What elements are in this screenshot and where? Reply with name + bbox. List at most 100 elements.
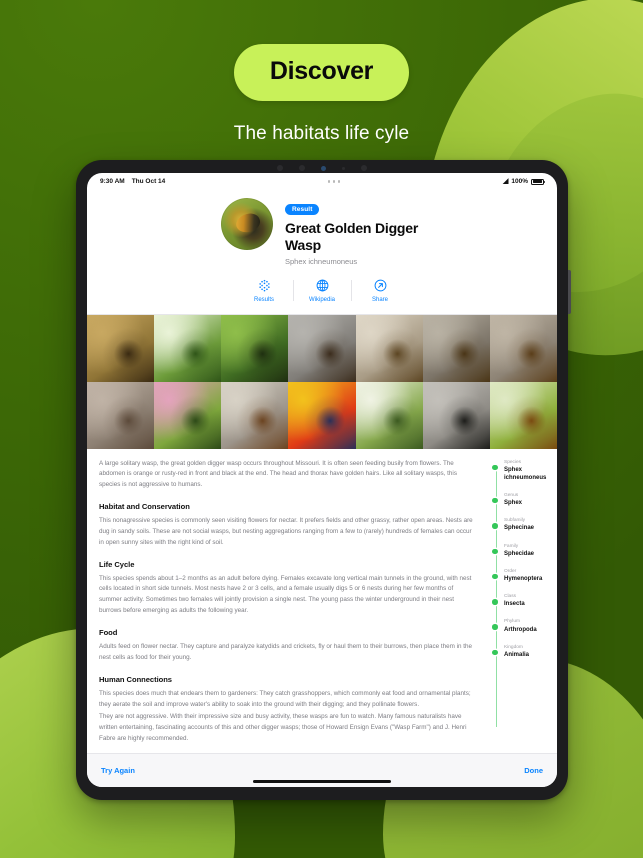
bottom-toolbar: Try Again Done	[87, 753, 557, 787]
page-title: Great Golden Digger Wasp	[285, 220, 419, 253]
taxonomy-sidebar: Species Sphex ichneumoneus Genus Sphex Subfa…	[491, 449, 557, 753]
tablet-device-frame: 9:30 AM Thu Oct 14 ◢ 100% Result Great G…	[76, 160, 571, 800]
taxonomy-dot-icon	[492, 523, 498, 529]
taxonomy-rank-label: Kingdom	[504, 644, 523, 650]
wasp-on-dry-grass[interactable]	[87, 314, 155, 382]
share-button[interactable]: Share	[351, 278, 409, 303]
taxonomy-item[interactable]: Order Hymenoptera	[491, 568, 551, 583]
taxonomy-name-value: Sphecidae	[504, 550, 535, 557]
section-heading: Human Connections	[99, 674, 172, 684]
sensor-dot	[342, 166, 345, 170]
taxonomy-rank-label: Genus	[504, 492, 519, 498]
taxonomy-item[interactable]: Species Sphex ichneumoneus	[491, 459, 551, 482]
article-intro: A large solitary wasp, the great golden …	[99, 459, 457, 489]
section-heading: Life Cycle	[99, 559, 135, 569]
sensor-dot	[361, 165, 367, 171]
tablet-sensor-array	[277, 165, 367, 171]
section-paragraph: This nonagressive species is commonly se…	[99, 517, 473, 546]
results-button-label: Results	[253, 296, 274, 303]
taxonomy-item[interactable]: Subfamily Sphecinae	[491, 517, 551, 532]
taxonomy-name-value: Hymenoptera	[504, 576, 543, 582]
photo-grid	[87, 314, 557, 449]
taxonomy-item[interactable]: Family Sphecidae	[491, 543, 551, 558]
home-indicator[interactable]	[253, 780, 391, 783]
wasp-on-green-bloom[interactable]	[489, 381, 557, 449]
status-bar-dots	[327, 180, 341, 183]
status-badge: Result	[285, 204, 320, 215]
results-cluster-icon	[239, 278, 289, 294]
sensor-dot	[299, 165, 305, 171]
wasp-on-pink-milkweed[interactable]	[154, 381, 222, 449]
section-paragraph: This species spends about 1–2 months as …	[99, 574, 472, 615]
wasp-on-wall[interactable]	[221, 381, 289, 449]
taxonomy-name-value: Sphex ichneumoneus	[504, 466, 547, 481]
wasp-on-stone[interactable]	[422, 381, 490, 449]
taxonomy-rank-label: Phylum	[504, 619, 520, 625]
scientific-name: Sphex ichneumoneus	[285, 256, 358, 266]
wasp-thumbnail	[221, 198, 273, 250]
taxonomy-item[interactable]: Kingdom Animalia	[491, 644, 551, 659]
taxonomy-rank-label: Subfamily	[504, 518, 526, 524]
status-dot	[332, 180, 336, 183]
wasp-on-rocky-ground[interactable]	[87, 381, 155, 449]
section-paragraph: This species does much that endears them…	[99, 689, 471, 708]
done-button[interactable]: Done	[524, 766, 543, 775]
sensor-dot	[277, 165, 283, 171]
results-button[interactable]: Results	[235, 278, 293, 303]
wasp-on-red-flower[interactable]	[288, 381, 356, 449]
taxonomy-name-value: Arthropoda	[504, 626, 537, 633]
battery-full-icon	[530, 178, 545, 185]
share-button-label: Share	[371, 296, 388, 303]
taxonomy-dot-icon	[492, 464, 498, 471]
wasp-on-white-blooms[interactable]	[355, 381, 423, 449]
action-button-row: Results Wikipedia Share	[87, 278, 557, 314]
globe-icon	[297, 278, 347, 294]
photo-grid-row	[87, 314, 557, 382]
wikipedia-button-label: Wikipedia	[308, 296, 335, 303]
status-dot	[327, 180, 331, 183]
taxonomy-name-value: Sphex	[504, 500, 523, 507]
section-heading: Food	[99, 627, 118, 637]
taxonomy-name-value: Sphecinae	[504, 525, 535, 532]
section-paragraph: Adults feed on flower nectar. They captu…	[99, 643, 472, 661]
status-dot	[337, 180, 341, 183]
wikipedia-button[interactable]: Wikipedia	[293, 278, 351, 303]
wasp-on-soil[interactable]	[489, 314, 557, 382]
status-bar: 9:30 AM Thu Oct 14 ◢ 100%	[87, 173, 557, 190]
article-text: A large solitary wasp, the great golden …	[87, 449, 491, 753]
wasp-on-twig[interactable]	[422, 314, 490, 382]
taxonomy-dot-icon	[492, 624, 498, 630]
taxonomy-item[interactable]: Genus Sphex	[491, 492, 551, 507]
status-time: 9:30 AM	[100, 178, 125, 185]
status-bar-right: ◢ 100%	[502, 178, 545, 185]
front-camera-icon	[321, 165, 326, 171]
wasp-on-gray-sand[interactable]	[288, 314, 356, 382]
photo-grid-row	[87, 381, 557, 449]
try-again-button[interactable]: Try Again	[101, 766, 135, 775]
taxonomy-rank-label: Class	[504, 594, 516, 600]
section-paragraph: They are not aggressive. With their impr…	[99, 713, 467, 743]
taxonomy-dot-icon	[492, 548, 498, 555]
page-header: Discover The habitats life cyle	[0, 0, 643, 145]
wasp-on-green-leaves[interactable]	[221, 314, 289, 382]
taxonomy-name-value: Animalia	[504, 651, 530, 658]
share-arrow-icon	[355, 278, 405, 294]
taxonomy-rank-label: Order	[504, 568, 517, 574]
page-subtitle: The habitats life cyle	[233, 123, 410, 144]
taxonomy-dot-icon	[492, 497, 498, 504]
taxonomy-item[interactable]: Class Insecta	[491, 593, 551, 608]
wifi-icon: ◢	[502, 178, 509, 185]
taxonomy-dot-icon	[492, 573, 498, 580]
discover-pill: Discover	[233, 44, 410, 101]
wasp-on-pebble-ground[interactable]	[355, 314, 423, 382]
wasp-on-white-flowers[interactable]	[154, 314, 222, 382]
taxonomy-rank-label: Family	[504, 543, 519, 549]
result-meta: Result Great Golden Digger Wasp Sphex ic…	[285, 198, 423, 266]
content-area: A large solitary wasp, the great golden …	[87, 448, 557, 753]
section-heading: Habitat and Conservation	[99, 502, 190, 512]
taxonomy-item[interactable]: Phylum Arthropoda	[491, 618, 551, 633]
taxonomy-dot-icon	[492, 649, 498, 656]
status-date: Thu Oct 14	[131, 178, 166, 185]
result-header: Result Great Golden Digger Wasp Sphex ic…	[87, 190, 557, 278]
taxonomy-dot-icon	[492, 599, 498, 605]
